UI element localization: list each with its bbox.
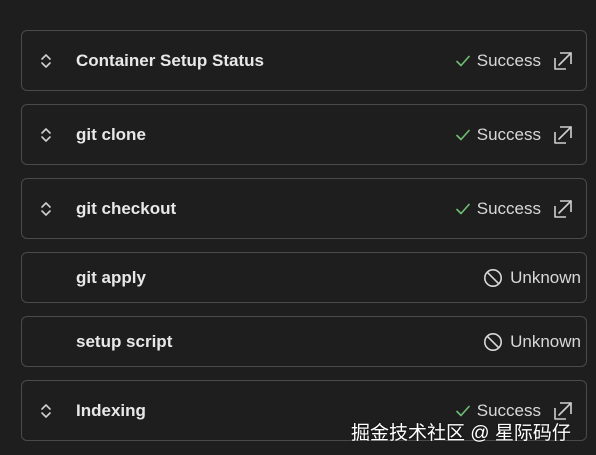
chevron-up-down-icon[interactable] bbox=[40, 52, 52, 70]
chevron-up-down-icon[interactable] bbox=[40, 402, 52, 420]
step-git-clone[interactable]: git clone Success bbox=[21, 104, 587, 165]
open-external-icon[interactable] bbox=[552, 198, 574, 220]
step-git-apply: git apply Unknown bbox=[21, 252, 587, 303]
check-icon bbox=[455, 405, 470, 416]
chevron-up-down-icon[interactable] bbox=[40, 126, 52, 144]
open-external-icon[interactable] bbox=[552, 50, 574, 72]
step-title: setup script bbox=[76, 331, 173, 351]
setup-steps-panel: Container Setup Status Success git clone… bbox=[0, 0, 596, 455]
watermark: 掘金技术社区 @ 星际码仔 bbox=[351, 423, 571, 444]
check-icon bbox=[455, 55, 470, 66]
check-icon bbox=[455, 203, 470, 214]
open-external-icon[interactable] bbox=[552, 124, 574, 146]
step-title: git clone bbox=[76, 124, 146, 144]
step-setup-script: setup script Unknown bbox=[21, 316, 587, 367]
step-title: Indexing bbox=[76, 400, 146, 420]
status-badge: Unknown bbox=[483, 332, 581, 352]
status-label: Success bbox=[476, 124, 541, 144]
status-label: Unknown bbox=[510, 331, 581, 351]
status-label: Success bbox=[476, 198, 541, 218]
step-git-checkout[interactable]: git checkout Success bbox=[21, 178, 587, 239]
ban-icon bbox=[484, 268, 503, 287]
status-label: Success bbox=[476, 50, 541, 70]
step-title: Container Setup Status bbox=[76, 50, 264, 70]
status-badge: Success bbox=[455, 124, 541, 145]
step-container-setup-status[interactable]: Container Setup Status Success bbox=[21, 30, 587, 91]
status-badge: Unknown bbox=[483, 268, 581, 288]
check-icon bbox=[455, 129, 470, 140]
ban-icon bbox=[484, 332, 503, 351]
status-label: Unknown bbox=[510, 267, 581, 287]
step-title: git apply bbox=[76, 267, 146, 287]
status-badge: Success bbox=[455, 198, 541, 219]
chevron-up-down-icon[interactable] bbox=[40, 200, 52, 218]
status-badge: Success bbox=[455, 50, 541, 71]
step-title: git checkout bbox=[76, 198, 177, 218]
